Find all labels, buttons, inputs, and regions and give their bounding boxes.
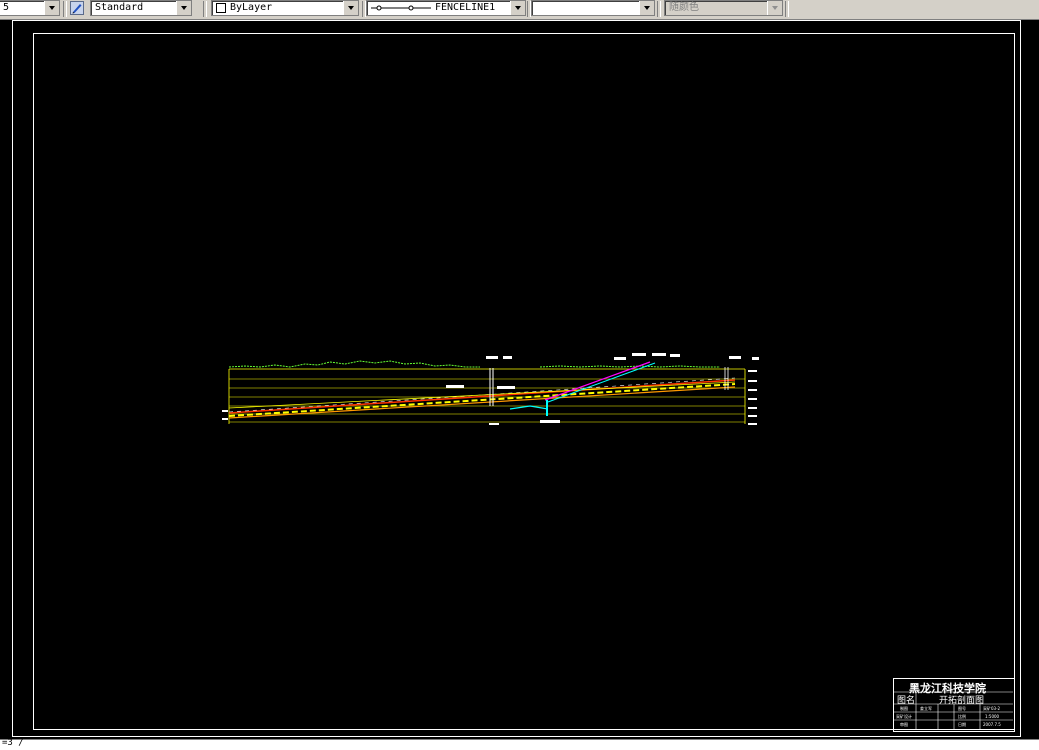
chevron-down-icon[interactable] [176, 1, 191, 15]
roadway [509, 405, 549, 410]
properties-toolbar: 5 Standard ByLayer FENCELINE1 随颜色 [0, 0, 1039, 20]
drawing-svg [12, 20, 1021, 737]
review-label: 审图 [900, 722, 908, 727]
label-block [752, 357, 759, 360]
label-block [670, 354, 680, 357]
first-combo-value: 5 [3, 2, 10, 13]
toolbar-separator [203, 1, 207, 17]
scale-value: 1:5000 [985, 714, 1000, 719]
label-block [486, 356, 498, 359]
layer-value: ByLayer [230, 2, 273, 13]
coal-seam [228, 379, 736, 414]
drawn-by-value: 姜立军 [920, 706, 932, 711]
level-label [748, 389, 757, 391]
label-block [540, 420, 560, 423]
inclined-shaft [544, 361, 651, 401]
outer-frame [12, 20, 1021, 737]
label-block [632, 353, 646, 356]
label-block [503, 356, 512, 359]
level-label [748, 398, 757, 400]
inner-frame [33, 33, 1015, 730]
chevron-down-icon[interactable] [767, 1, 782, 15]
label-block [614, 357, 626, 360]
chevron-down-icon[interactable] [510, 1, 525, 15]
scale-label: 比例 [958, 714, 966, 719]
layer-color-swatch-icon [216, 3, 226, 13]
level-label [748, 370, 757, 372]
chevron-down-icon[interactable] [343, 1, 358, 15]
level-label [748, 423, 757, 425]
coal-seam [228, 383, 736, 417]
drawing-name-label: 图名 [897, 696, 916, 706]
text-style-manager-icon[interactable] [70, 0, 84, 15]
toolbar-separator [785, 1, 789, 17]
label-block [652, 353, 666, 356]
level-label [748, 415, 757, 417]
lineweight-combo[interactable] [531, 0, 655, 16]
chevron-down-icon[interactable] [639, 1, 654, 15]
text-style-combo[interactable]: Standard [90, 0, 192, 16]
layer-combo[interactable]: ByLayer [211, 0, 359, 16]
linetype-combo[interactable]: FENCELINE1 [366, 0, 526, 16]
level-label [748, 407, 757, 409]
level-label [222, 410, 228, 412]
drawn-by-label: 制图 [900, 706, 908, 711]
label-block [497, 386, 515, 389]
drawing-number-value: 采矿03-2 [983, 706, 1001, 711]
first-combo[interactable]: 5 [0, 0, 60, 16]
title-block: 黑龙江科技学院 图名 开拓剖面图 制图 姜立军 图号 采矿03-2 采矿设计 比… [893, 678, 1015, 732]
command-line[interactable]: =3 / [0, 738, 1039, 750]
coal-seam [228, 386, 736, 419]
date-value: 2007.7.5 [983, 722, 1001, 727]
plot-style-combo[interactable]: 随颜色 [664, 0, 783, 16]
linetype-preview-icon [371, 1, 431, 15]
plot-style-value: 随颜色 [669, 2, 699, 13]
level-label [748, 380, 757, 382]
label-block [446, 385, 464, 388]
design-label: 采矿设计 [896, 714, 912, 719]
text-style-value: Standard [95, 2, 144, 13]
linetype-value: FENCELINE1 [435, 2, 496, 13]
toolbar-separator [63, 1, 67, 17]
drawing-number-label: 图号 [958, 706, 966, 711]
chevron-down-icon[interactable] [44, 1, 59, 15]
label-block [729, 356, 741, 359]
drawing-canvas[interactable]: 黑龙江科技学院 图名 开拓剖面图 制图 姜立军 图号 采矿03-2 采矿设计 比… [0, 20, 1039, 739]
section-profile [222, 353, 759, 425]
level-label [222, 418, 228, 420]
drawing-name-value: 开拓剖面图 [939, 696, 985, 706]
command-line-text: =3 / [2, 738, 24, 748]
coal-seam [228, 381, 736, 409]
toolbar-separator [657, 1, 661, 17]
date-label: 日期 [958, 722, 966, 727]
label-block [489, 423, 499, 425]
